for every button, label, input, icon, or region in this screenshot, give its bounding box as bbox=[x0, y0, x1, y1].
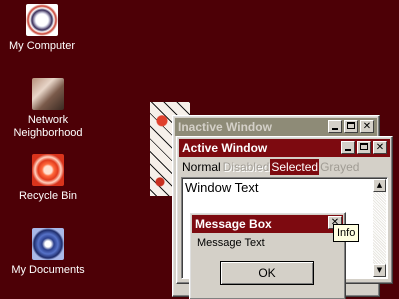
network-neighborhood-icon bbox=[32, 78, 64, 110]
window-text: Window Text bbox=[185, 180, 259, 195]
maximize-button[interactable] bbox=[344, 120, 358, 133]
recycle-bin-icon bbox=[32, 154, 64, 186]
active-window-titlebar[interactable]: Active Window ✕ bbox=[179, 139, 390, 157]
desktop-icon-label: Recycle Bin bbox=[18, 190, 78, 202]
ok-button[interactable]: OK bbox=[220, 261, 314, 285]
maximize-button[interactable] bbox=[357, 141, 371, 154]
close-button[interactable]: ✕ bbox=[373, 141, 387, 154]
inactive-window-title: Inactive Window bbox=[178, 120, 272, 134]
close-icon: ✕ bbox=[362, 121, 372, 132]
menu-item-selected[interactable]: Selected bbox=[270, 159, 320, 175]
minimize-button[interactable] bbox=[341, 141, 355, 154]
scroll-up-button[interactable]: ▲ bbox=[373, 179, 386, 192]
active-window-controls: ✕ bbox=[341, 141, 387, 155]
message-text: Message Text bbox=[197, 237, 265, 249]
message-box[interactable]: Message Box ✕ Message Text OK bbox=[189, 212, 346, 299]
menu-item-grayed: Grayed bbox=[320, 160, 360, 174]
menu-item-normal[interactable]: Normal bbox=[181, 159, 222, 175]
desktop-icon-my-documents[interactable]: My Documents bbox=[2, 228, 94, 277]
info-tooltip: Info bbox=[333, 224, 360, 242]
desktop: My Computer Network Neighborhood Recycle… bbox=[0, 0, 399, 299]
message-box-title: Message Box bbox=[195, 217, 272, 231]
desktop-icon-recycle-bin[interactable]: Recycle Bin bbox=[2, 154, 94, 203]
menu-bar: Normal Disabled Selected Grayed bbox=[181, 159, 360, 175]
close-button[interactable]: ✕ bbox=[360, 120, 374, 133]
minimize-icon bbox=[332, 128, 338, 130]
inactive-window-controls: ✕ bbox=[328, 120, 374, 134]
my-computer-icon bbox=[26, 4, 58, 36]
minimize-icon bbox=[345, 149, 351, 151]
desktop-icon-label: Network Neighborhood bbox=[13, 114, 83, 139]
desktop-icon-label: My Computer bbox=[8, 40, 76, 52]
minimize-button[interactable] bbox=[328, 120, 342, 133]
scroll-up-arrow-icon: ▲ bbox=[376, 181, 383, 189]
active-window-title: Active Window bbox=[182, 141, 268, 155]
desktop-icon-my-computer[interactable]: My Computer bbox=[0, 4, 88, 53]
inactive-window-titlebar[interactable]: Inactive Window ✕ bbox=[175, 118, 377, 136]
vertical-scrollbar[interactable]: ▲ ▼ bbox=[373, 179, 386, 277]
scroll-down-arrow-icon: ▼ bbox=[376, 266, 383, 274]
maximize-icon bbox=[347, 122, 355, 129]
desktop-icon-network-neighborhood[interactable]: Network Neighborhood bbox=[2, 78, 94, 140]
scroll-down-button[interactable]: ▼ bbox=[373, 264, 386, 277]
menu-item-disabled: Disabled bbox=[222, 160, 270, 174]
desktop-icon-label: My Documents bbox=[11, 264, 85, 276]
my-documents-icon bbox=[32, 228, 64, 260]
message-box-titlebar[interactable]: Message Box bbox=[192, 215, 343, 233]
maximize-icon bbox=[360, 143, 368, 150]
close-icon: ✕ bbox=[375, 142, 385, 153]
